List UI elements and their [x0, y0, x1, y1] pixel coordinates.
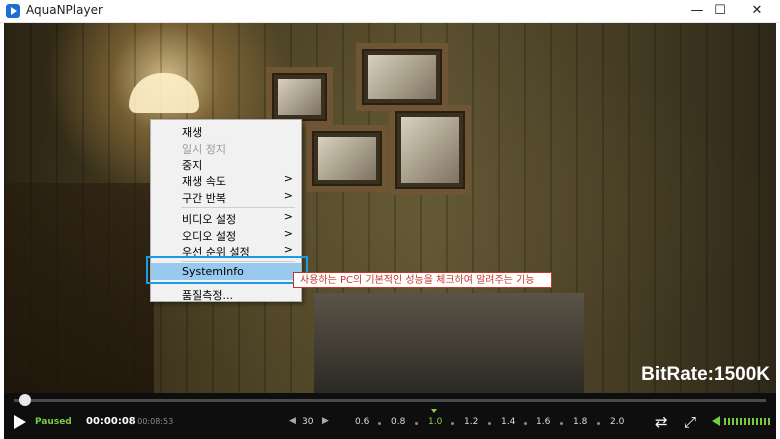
skip-forward-icon[interactable]: ▶ [322, 416, 329, 426]
speed-option[interactable]: 2.0 [610, 417, 624, 427]
active-speed-caret-icon [431, 409, 437, 413]
menu-item-label: 품질측정... [182, 289, 233, 302]
menu-item-section-repeat[interactable]: 구간 반복 > [151, 188, 301, 205]
submenu-arrow-icon: > [283, 210, 293, 223]
speed-separator [451, 422, 454, 425]
seek-handle[interactable] [19, 394, 31, 406]
menu-item-playback-speed[interactable]: 재생 속도 > [151, 171, 301, 188]
seek-bar[interactable] [14, 399, 766, 402]
skip-interval: 30 [302, 417, 314, 427]
menu-item-label: 재생 [182, 126, 203, 139]
menu-item-label: 구간 반복 [182, 192, 226, 205]
submenu-arrow-icon: > [283, 189, 293, 202]
video-scene-picture [356, 43, 448, 111]
speed-option[interactable]: 1.4 [501, 417, 515, 427]
repeat-icon[interactable]: ⇄ [655, 413, 668, 431]
play-icon[interactable] [14, 415, 26, 429]
speed-separator [597, 422, 600, 425]
speed-separator [524, 422, 527, 425]
volume-icon[interactable] [712, 416, 720, 426]
window-title: AquaNPlayer [26, 3, 103, 17]
control-bar: Paused 00:00:08 / 00:08:53 ◀ 30 ▶ 0.6 0.… [4, 393, 776, 439]
submenu-arrow-icon: > [283, 172, 293, 185]
speed-separator [560, 422, 563, 425]
video-scene-shelf [4, 183, 154, 393]
menu-item-audio-settings[interactable]: 오디오 설정 > [151, 226, 301, 243]
highlight-frame [146, 256, 308, 284]
app-logo-icon [6, 4, 20, 18]
speed-option[interactable]: 0.6 [355, 417, 369, 427]
current-time: 00:00:08 [86, 416, 136, 427]
submenu-arrow-icon: > [283, 243, 293, 256]
close-button[interactable]: ✕ [734, 0, 780, 22]
fullscreen-icon[interactable]: ⤢ [684, 413, 696, 431]
menu-item-play[interactable]: 재생 [151, 122, 301, 139]
speed-separator [415, 422, 418, 425]
menu-item-label: 비디오 설정 [182, 213, 237, 226]
video-scene-picture [389, 105, 471, 195]
menu-separator [181, 207, 295, 208]
video-scene-picture [266, 67, 333, 127]
video-scene-stove [314, 293, 584, 393]
menu-item-video-settings[interactable]: 비디오 설정 > [151, 209, 301, 226]
menu-item-quality-measure[interactable]: 품질측정... [151, 285, 301, 302]
total-duration: / 00:08:53 [132, 417, 174, 426]
playback-status: Paused [35, 417, 72, 427]
video-scene-picture [306, 125, 388, 192]
video-area[interactable]: BitRate:1500K [4, 23, 776, 393]
speed-option-active[interactable]: 1.0 [428, 417, 442, 427]
speed-separator [378, 422, 381, 425]
menu-item-pause: 일시 정지 [151, 139, 301, 156]
speed-option[interactable]: 1.2 [464, 417, 478, 427]
submenu-arrow-icon: > [283, 227, 293, 240]
speed-separator [488, 422, 491, 425]
speed-option[interactable]: 0.8 [391, 417, 405, 427]
systeminfo-tooltip: 사용하는 PC의 기본적인 성능을 체크하여 알려주는 기능 [293, 272, 552, 288]
menu-item-label: 재생 속도 [182, 175, 226, 188]
skip-back-icon[interactable]: ◀ [289, 416, 296, 426]
bitrate-overlay: BitRate:1500K [641, 364, 770, 385]
menu-item-stop[interactable]: 중지 [151, 155, 301, 172]
speed-option[interactable]: 1.6 [536, 417, 550, 427]
speed-option[interactable]: 1.8 [573, 417, 587, 427]
title-bar: AquaNPlayer — ☐ ✕ [0, 0, 780, 23]
volume-slider[interactable] [724, 418, 770, 425]
